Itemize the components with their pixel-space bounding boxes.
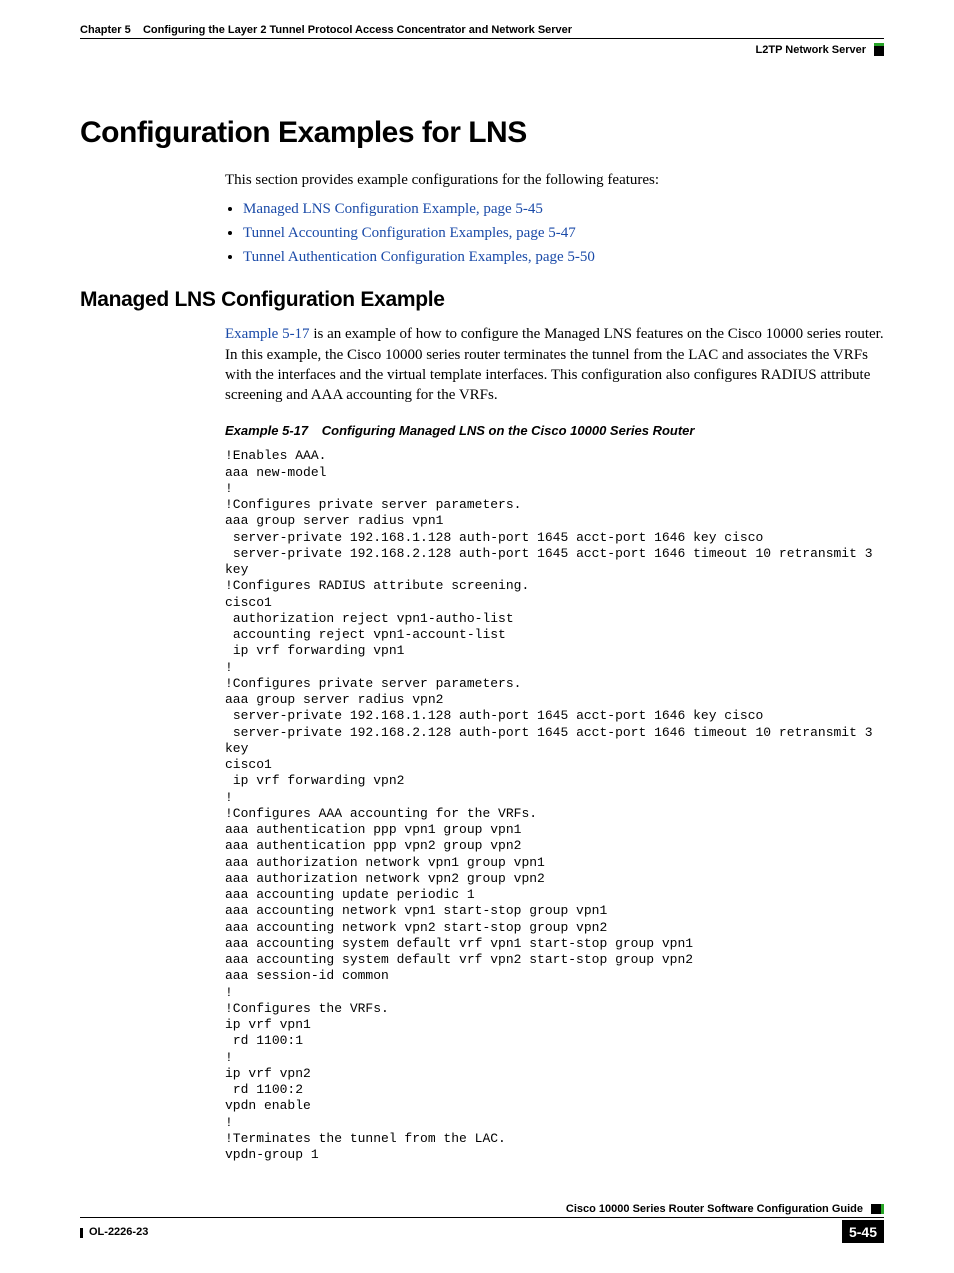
- section-heading: Managed LNS Configuration Example: [80, 288, 884, 312]
- intro-paragraph: This section provides example configurat…: [225, 170, 884, 190]
- book-title: Cisco 10000 Series Router Software Confi…: [566, 1203, 863, 1215]
- example-title-text: Configuring Managed LNS on the Cisco 100…: [322, 423, 695, 438]
- example-xref[interactable]: Example 5-17: [225, 326, 310, 342]
- link-list: Managed LNS Configuration Example, page …: [225, 200, 884, 266]
- xref-link-3[interactable]: Tunnel Authentication Configuration Exam…: [243, 249, 595, 265]
- chapter-label: Chapter 5: [80, 24, 131, 36]
- footer-tick-icon: [80, 1228, 83, 1238]
- doc-id: OL-2226-23: [89, 1226, 148, 1238]
- header-accent-icon: [874, 43, 884, 56]
- code-block: !Enables AAA. aaa new-model ! !Configure…: [225, 448, 884, 1163]
- example-caption: Example 5-17 Configuring Managed LNS on …: [225, 423, 884, 438]
- section-name: L2TP Network Server: [756, 44, 866, 56]
- xref-link-2[interactable]: Tunnel Accounting Configuration Examples…: [243, 225, 576, 241]
- footer-accent-icon: [871, 1204, 884, 1214]
- running-header: Chapter 5 Configuring the Layer 2 Tunnel…: [80, 24, 884, 39]
- page-footer: Cisco 10000 Series Router Software Confi…: [80, 1203, 884, 1243]
- page-heading: Configuration Examples for LNS: [80, 116, 884, 150]
- section-header: L2TP Network Server: [80, 43, 884, 56]
- chapter-title: Configuring the Layer 2 Tunnel Protocol …: [143, 24, 572, 36]
- list-item: Managed LNS Configuration Example, page …: [243, 200, 884, 218]
- xref-link-1[interactable]: Managed LNS Configuration Example, page …: [243, 201, 543, 217]
- body-paragraph: Example 5-17 is an example of how to con…: [225, 324, 884, 405]
- body-paragraph-rest: is an example of how to configure the Ma…: [225, 326, 884, 403]
- page-number-badge: 5-45: [842, 1220, 884, 1243]
- list-item: Tunnel Accounting Configuration Examples…: [243, 224, 884, 242]
- list-item: Tunnel Authentication Configuration Exam…: [243, 248, 884, 266]
- example-label: Example 5-17: [225, 423, 308, 438]
